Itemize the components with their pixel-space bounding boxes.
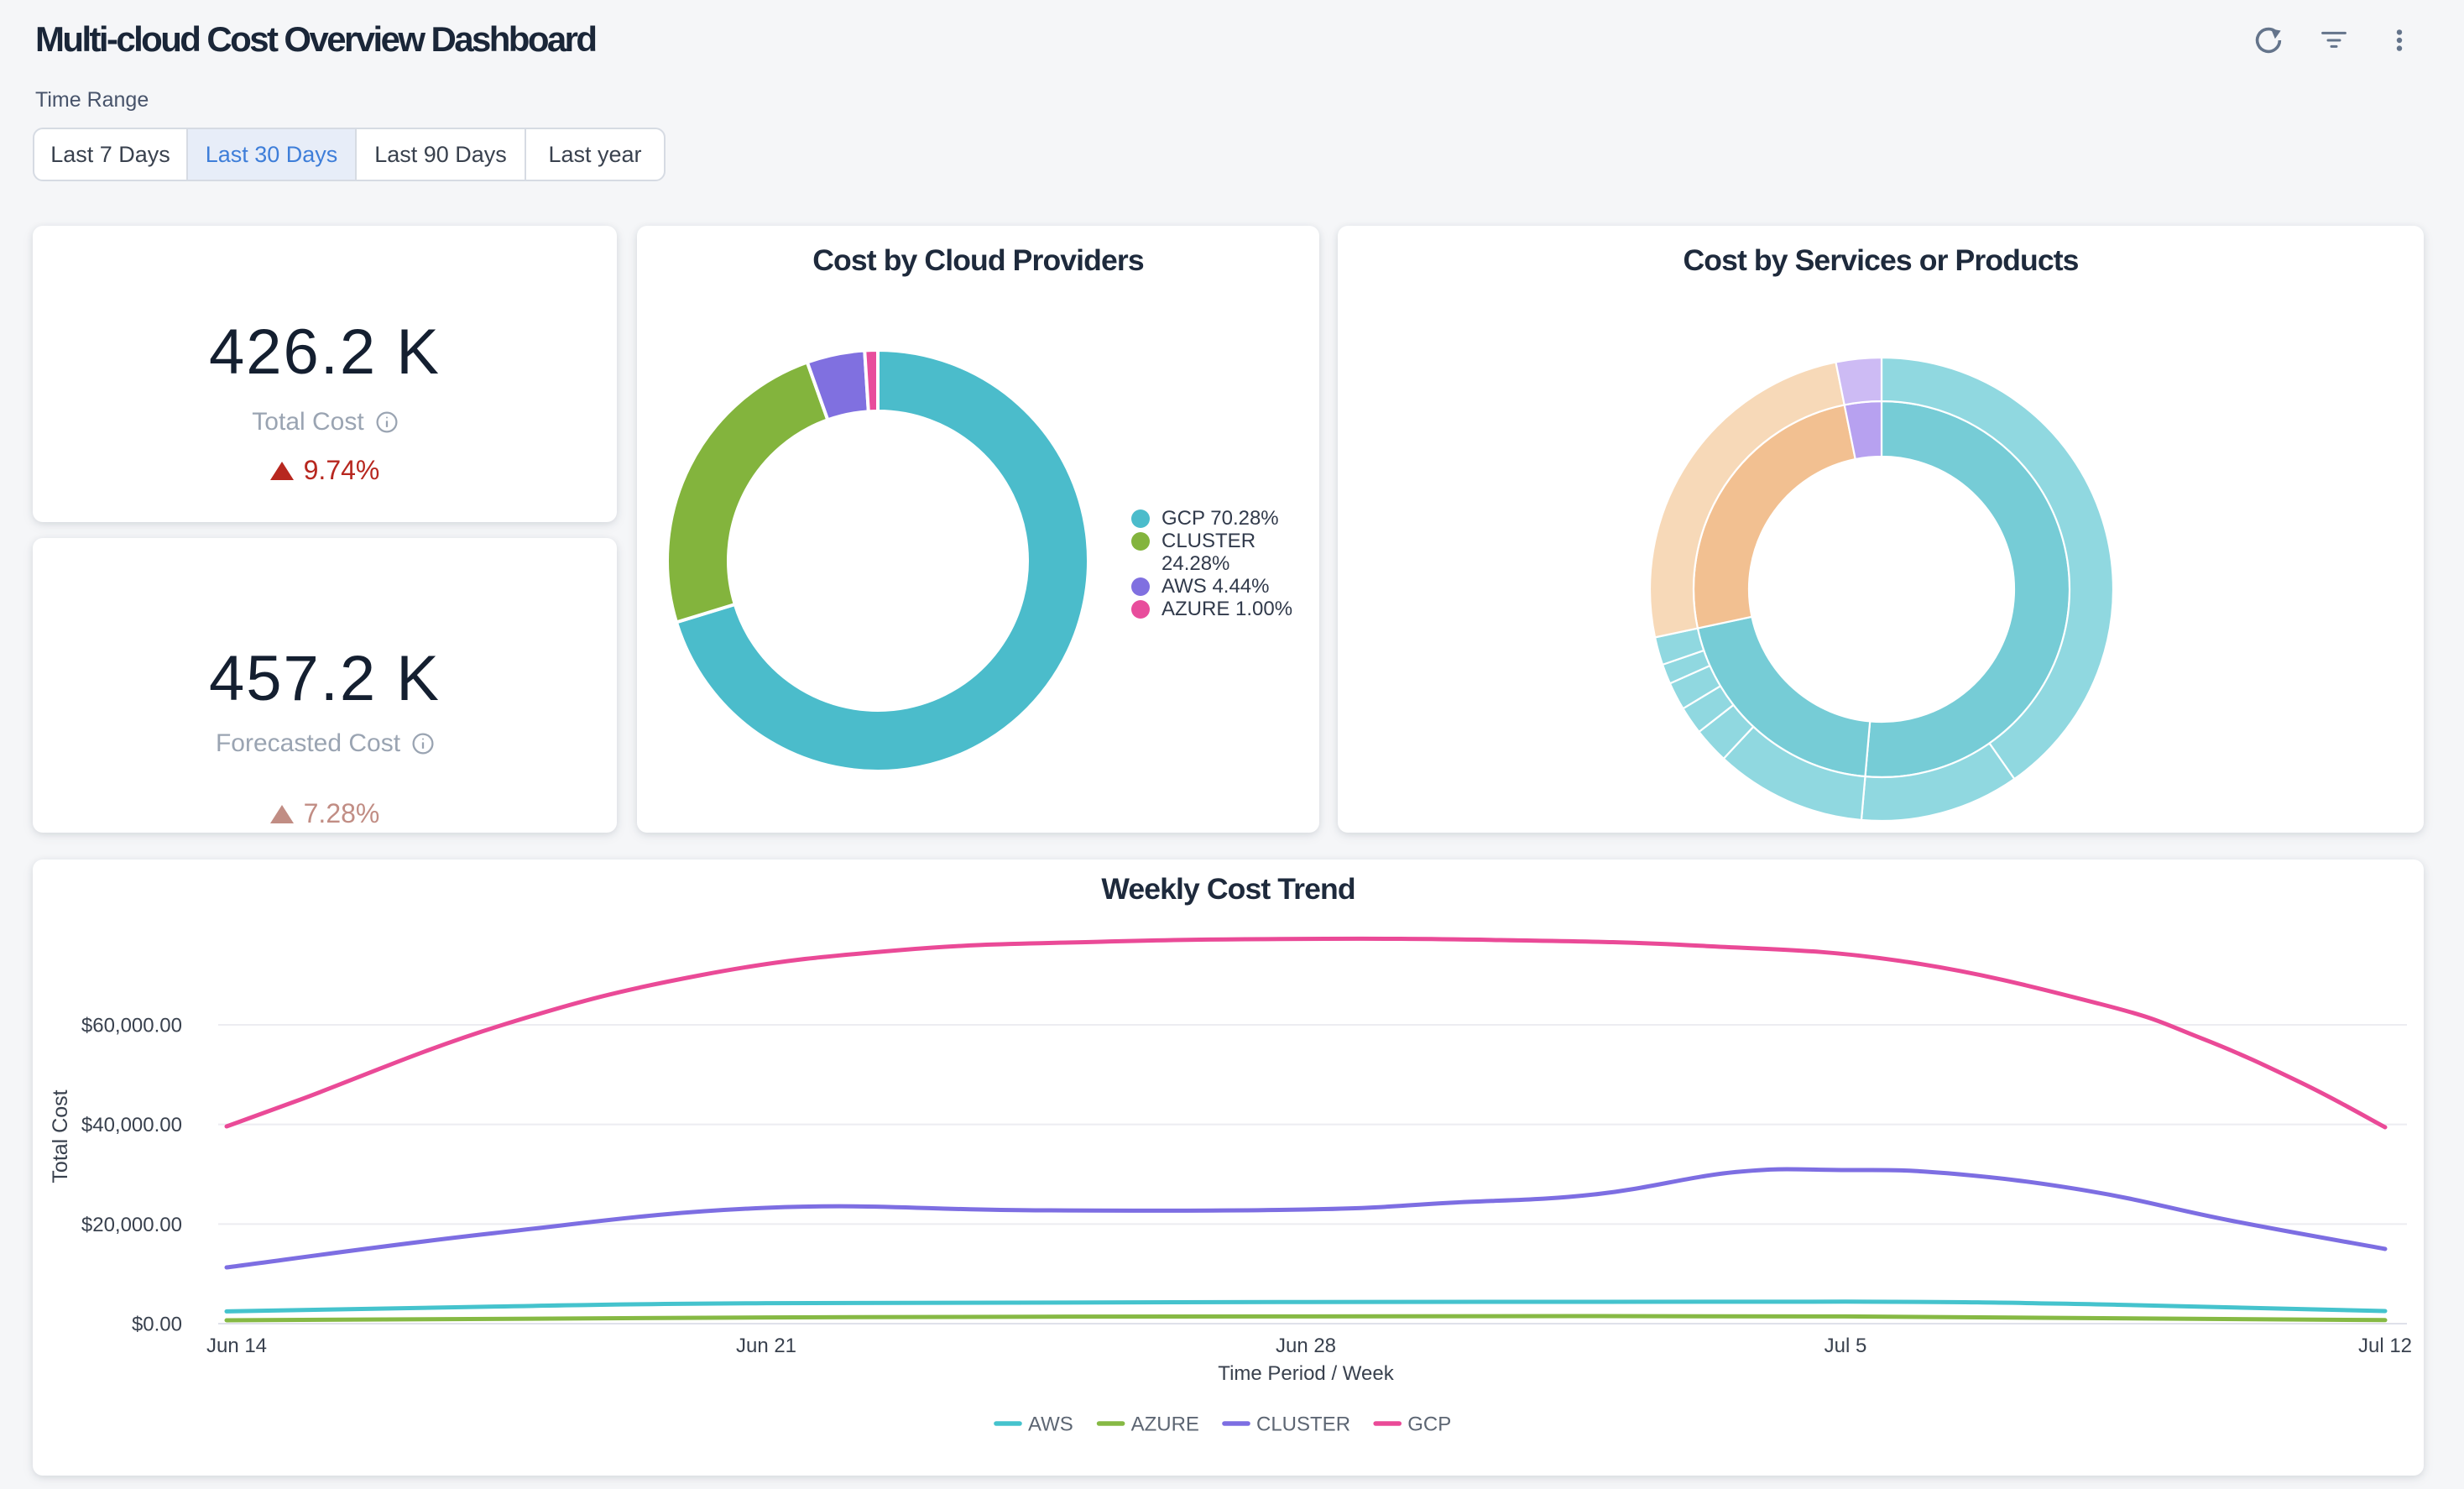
svg-text:Time Period / Week: Time Period / Week	[1218, 1362, 1394, 1385]
svg-text:Jul 12: Jul 12	[2358, 1335, 2412, 1357]
svg-text:CLUSTER: CLUSTER	[1256, 1413, 1350, 1435]
svg-text:Jun 21: Jun 21	[736, 1335, 796, 1357]
svg-text:Jun 28: Jun 28	[1276, 1335, 1336, 1357]
svg-text:AWS: AWS	[1028, 1413, 1073, 1435]
svg-text:Jun 14: Jun 14	[206, 1335, 267, 1357]
svg-text:Total Cost: Total Cost	[49, 1089, 72, 1183]
svg-text:$20,000.00: $20,000.00	[81, 1214, 182, 1236]
svg-text:AZURE: AZURE	[1131, 1413, 1199, 1435]
svg-text:$40,000.00: $40,000.00	[81, 1114, 182, 1136]
svg-text:$60,000.00: $60,000.00	[81, 1014, 182, 1037]
svg-text:GCP: GCP	[1407, 1413, 1451, 1435]
svg-text:$0.00: $0.00	[132, 1313, 182, 1335]
svg-text:Jul 5: Jul 5	[1825, 1335, 1867, 1357]
